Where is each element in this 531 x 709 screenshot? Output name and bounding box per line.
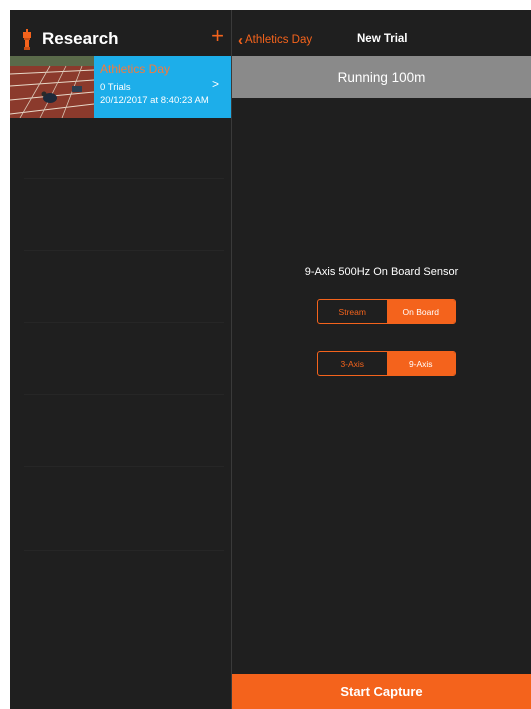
- master-header: Research +: [10, 24, 231, 56]
- chevron-left-icon: ‹: [238, 31, 243, 49]
- running-track-image: [10, 56, 94, 118]
- back-button[interactable]: ‹ Athletics Day: [238, 31, 312, 49]
- segment-stream[interactable]: Stream: [318, 300, 387, 323]
- app-logo-icon: [23, 29, 31, 50]
- capture-mode-segmented-control: Stream On Board: [317, 299, 456, 324]
- list-separator: [24, 250, 224, 251]
- study-list-item[interactable]: Athletics Day 0 Trials 20/12/2017 at 8:4…: [10, 56, 231, 118]
- list-separator: [24, 394, 224, 395]
- page-title: New Trial: [357, 33, 408, 45]
- segment-on-board[interactable]: On Board: [386, 300, 455, 323]
- detail-pane: ‹ Athletics Day New Trial Running 100m 9…: [232, 10, 531, 709]
- ipad-screen: Research + Athletics Day 0 Trials 20/12/…: [10, 10, 531, 709]
- chevron-right-icon: >: [211, 77, 219, 91]
- master-pane: Research + Athletics Day 0 Trials 20/12/…: [10, 10, 231, 709]
- list-separator: [24, 466, 224, 467]
- add-study-button[interactable]: +: [211, 25, 224, 47]
- master-title: Research: [42, 29, 119, 48]
- segment-3-axis[interactable]: 3-Axis: [318, 352, 387, 375]
- sensor-description: 9-Axis 500Hz On Board Sensor: [304, 266, 459, 278]
- segment-9-axis[interactable]: 9-Axis: [386, 352, 455, 375]
- trial-name: Running 100m: [337, 69, 426, 85]
- list-separator: [24, 322, 224, 323]
- navigation-bar: ‹ Athletics Day New Trial: [232, 24, 531, 56]
- start-capture-button[interactable]: Start Capture: [232, 674, 531, 709]
- list-separator: [24, 550, 224, 551]
- trial-name-banner: Running 100m: [232, 56, 531, 98]
- study-date: 20/12/2017 at 8:40:23 AM: [100, 95, 209, 106]
- study-title: Athletics Day: [100, 62, 171, 76]
- study-thumbnail: [10, 56, 94, 118]
- axis-segmented-control: 3-Axis 9-Axis: [317, 351, 456, 376]
- back-button-label: Athletics Day: [245, 34, 313, 46]
- list-separator: [24, 178, 224, 179]
- study-trial-count: 0 Trials: [100, 82, 131, 93]
